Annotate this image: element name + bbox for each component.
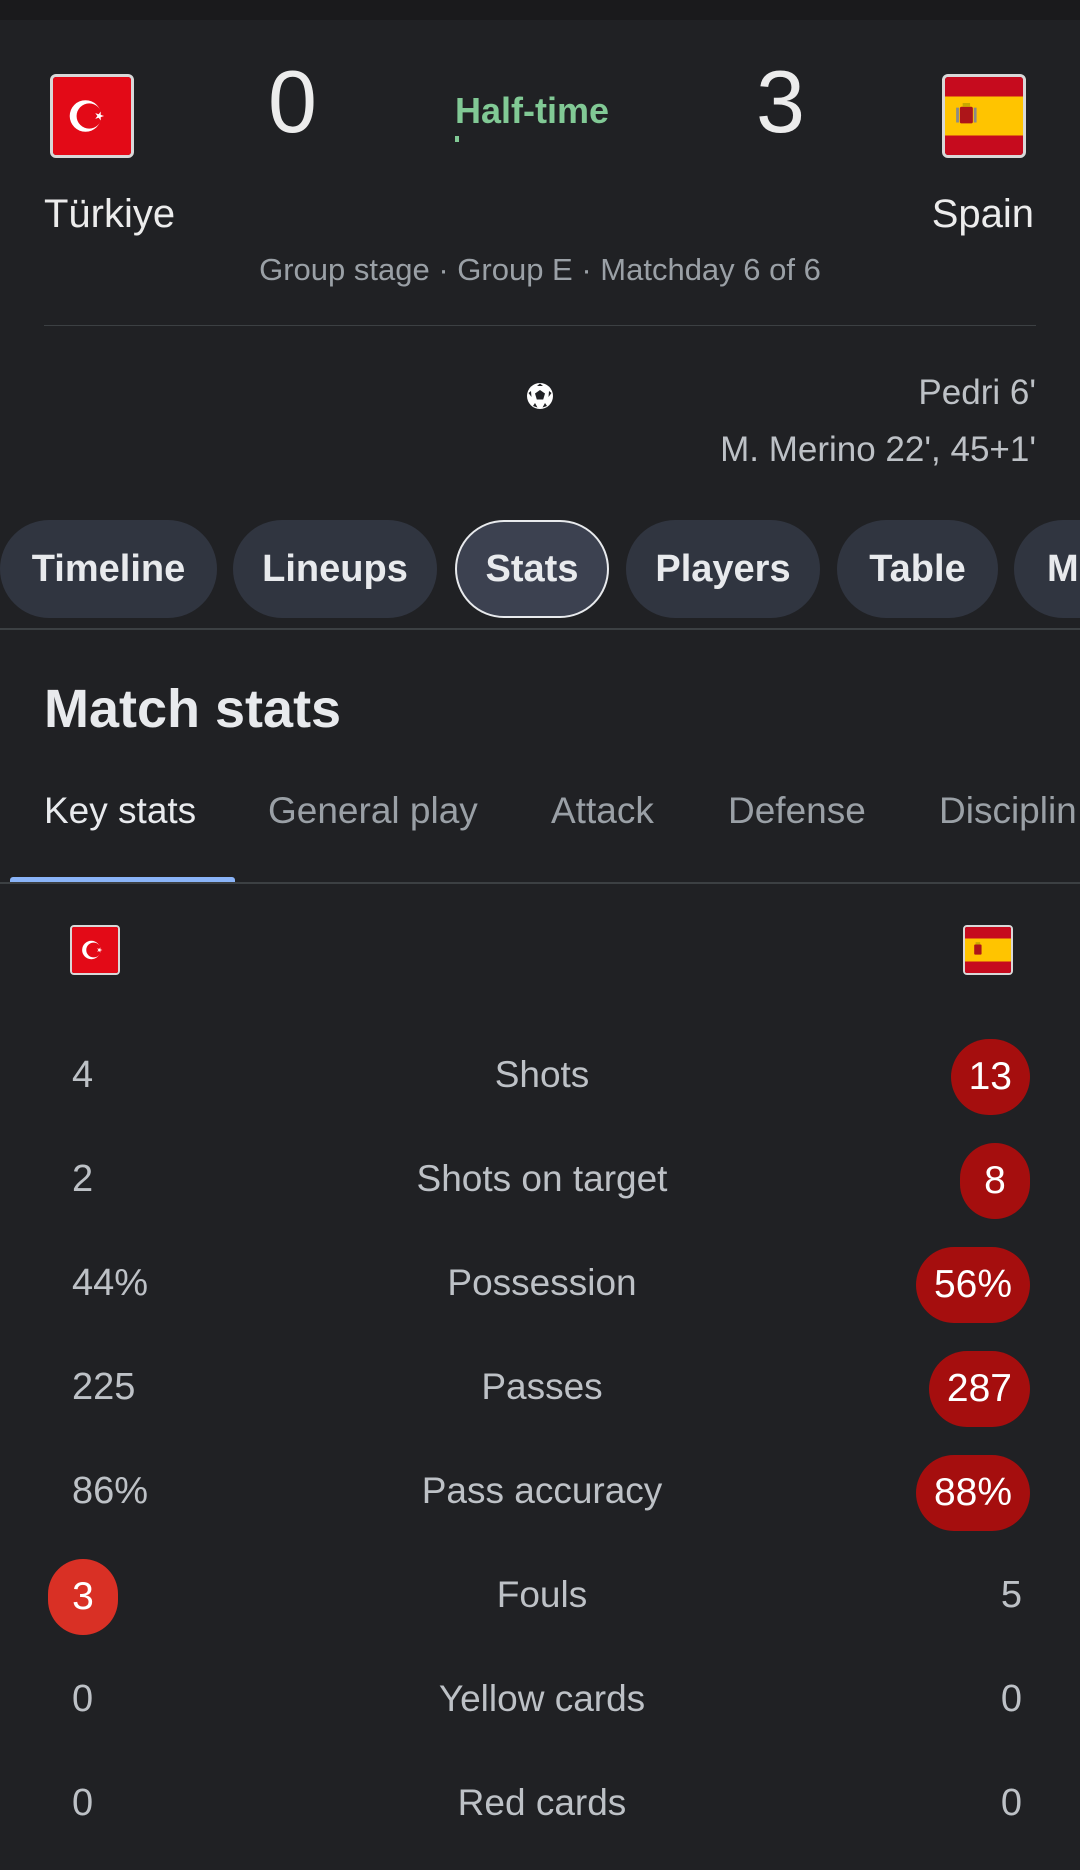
- away-stat-value: 8: [960, 1143, 1030, 1219]
- spain-flag-icon[interactable]: [942, 74, 1026, 158]
- stat-label: Red cards: [457, 1782, 627, 1823]
- tab-more[interactable]: M: [1014, 520, 1080, 618]
- match-status: Half-time: [455, 90, 610, 131]
- subtab-defense[interactable]: Defense: [728, 790, 866, 832]
- goal-scorer: M. Merino 22', 45+1': [720, 430, 1036, 469]
- home-team-name[interactable]: Türkiye: [44, 192, 175, 237]
- subtab-general-play[interactable]: General play: [268, 790, 478, 832]
- status-bar: [0, 0, 1080, 20]
- match-tabs: Timeline Lineups Stats Players Table M: [0, 520, 1080, 618]
- home-score: 0: [268, 52, 317, 151]
- subtabs-divider: [0, 882, 1080, 884]
- away-stat-value: 0: [1000, 1678, 1022, 1720]
- competition-info[interactable]: Group stage · Group E · Matchday 6 of 6: [0, 252, 1080, 288]
- stat-label: Shots on target: [416, 1158, 668, 1199]
- tab-players[interactable]: Players: [626, 520, 820, 618]
- stat-label: Fouls: [496, 1574, 588, 1615]
- subtab-key-stats[interactable]: Key stats: [44, 790, 196, 832]
- tabs-divider: [0, 628, 1080, 630]
- tab-stats[interactable]: Stats: [455, 520, 609, 618]
- turkey-flag-icon: [70, 925, 120, 975]
- subtab-attack[interactable]: Attack: [551, 790, 654, 832]
- stat-label: Shots: [494, 1054, 590, 1095]
- away-stat-value: 287: [928, 1351, 1030, 1427]
- away-stat-value: 88%: [915, 1455, 1030, 1531]
- away-stat-value: 5: [1000, 1574, 1022, 1616]
- turkey-flag-icon[interactable]: [50, 74, 134, 158]
- tab-timeline[interactable]: Timeline: [0, 520, 217, 618]
- tab-lineups[interactable]: Lineups: [233, 520, 437, 618]
- away-stat-value: 13: [950, 1039, 1030, 1115]
- stat-label: Passes: [481, 1366, 603, 1407]
- away-score: 3: [756, 52, 805, 151]
- soccer-ball-icon: [527, 383, 553, 409]
- away-stat-value: 0: [1000, 1782, 1022, 1824]
- section-title: Match stats: [44, 679, 342, 739]
- live-indicator: [455, 136, 459, 142]
- tab-table[interactable]: Table: [837, 520, 998, 618]
- header-divider: [44, 325, 1036, 326]
- stat-label: Yellow cards: [438, 1678, 646, 1719]
- away-stat-value: 56%: [915, 1247, 1030, 1323]
- subtab-discipline[interactable]: Disciplin: [939, 790, 1077, 832]
- away-team-name[interactable]: Spain: [932, 192, 1034, 237]
- goal-scorer: Pedri 6': [918, 373, 1036, 412]
- spain-flag-icon: [963, 925, 1013, 975]
